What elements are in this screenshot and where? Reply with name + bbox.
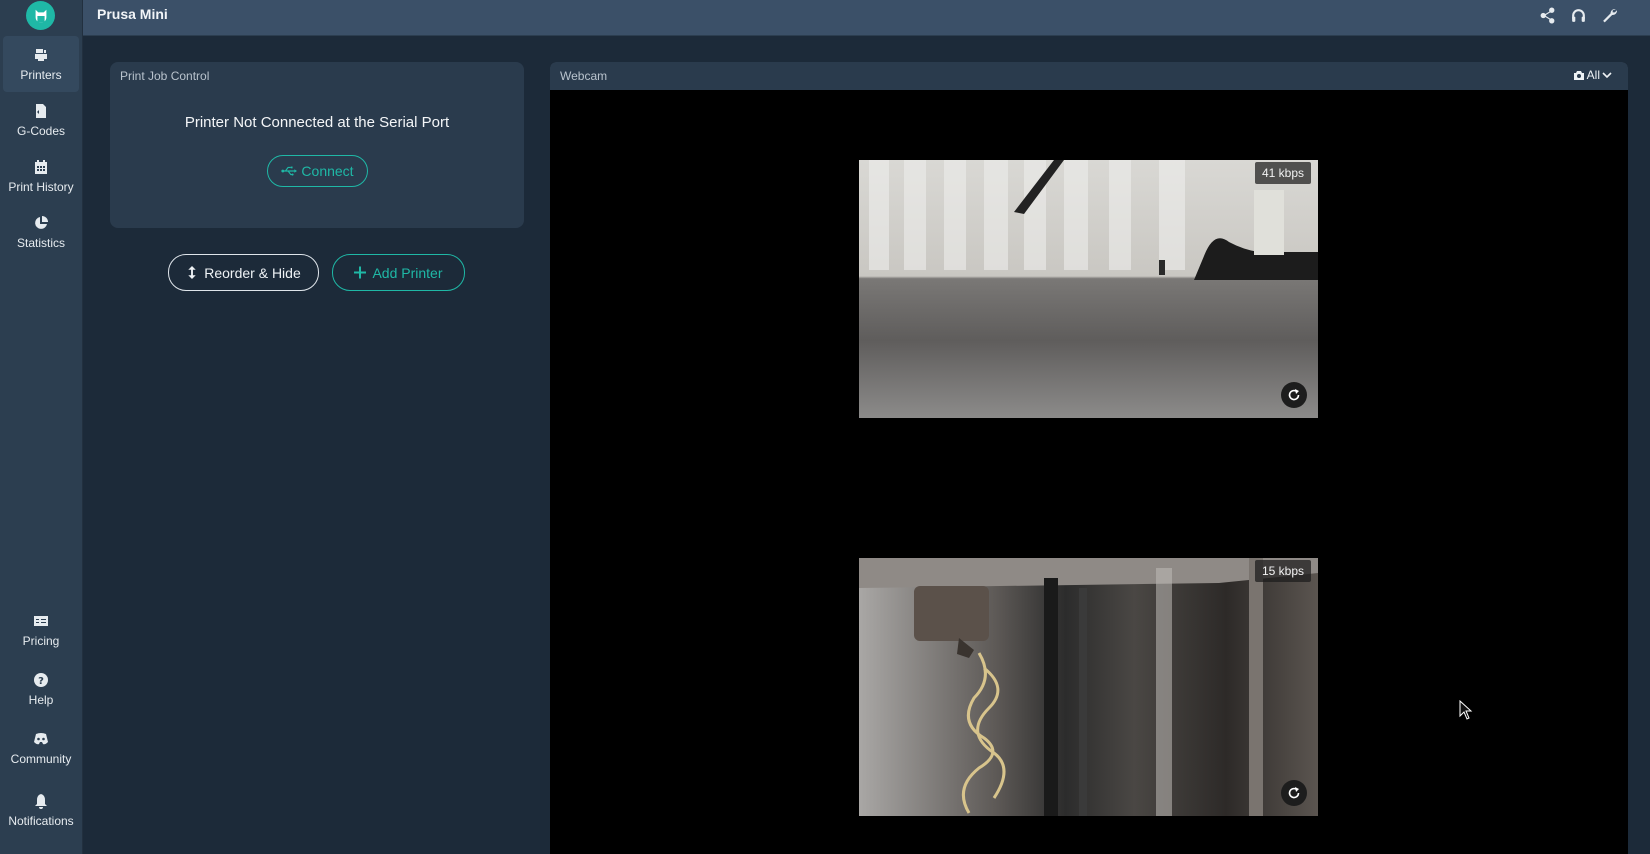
bell-icon [32,792,50,810]
camera-select-value: All [1586,68,1600,82]
sidebar-item-label: Notifications [8,814,74,828]
vertical-arrows-icon [188,266,196,279]
webcam-feed: 41 kbps [859,160,1318,418]
sidebar-item-notifications[interactable]: Notifications [3,782,79,838]
bitrate-badge: 15 kbps [1254,560,1311,582]
webcam-title: Webcam [560,69,608,83]
sidebar-item-label: Statistics [16,236,65,250]
sidebar-item-print-history[interactable]: Print History [3,148,79,204]
connect-label: Connect [301,163,354,179]
print-job-control-card: Print Job Control Printer Not Connected … [110,62,524,228]
sidebar-item-community[interactable]: Community [3,720,79,776]
pie-chart-icon [32,214,50,232]
sidebar-item-printers[interactable]: Printers [3,36,79,92]
sidebar-item-label: Help [28,693,54,707]
bitrate-badge: 41 kbps [1254,162,1311,184]
connect-button[interactable]: Connect [267,155,368,187]
help-icon: ? [32,671,50,689]
sidebar-item-label: G-Codes [16,124,66,138]
mouse-cursor-icon [1459,700,1473,720]
refresh-icon [1288,787,1300,799]
sidebar-item-label: Pricing [22,634,60,648]
camera-select-dropdown[interactable]: All [1573,68,1614,82]
sidebar-item-label: Print History [8,180,74,194]
price-card-icon [32,612,50,630]
refresh-stream-button[interactable] [1281,780,1307,806]
webcam-header: Webcam All [550,62,1628,90]
camera-icon [1573,70,1584,80]
add-printer-label: Add Printer [372,264,443,281]
sidebar: Printers G-Codes Print History Statistic… [0,0,83,854]
sidebar-item-label: Printers [20,68,62,82]
sidebar-item-pricing[interactable]: Pricing [3,602,79,658]
plus-icon [354,266,367,279]
sidebar-item-label: Community [10,752,72,766]
top-bar: Prusa Mini [83,0,1650,36]
refresh-icon [1288,389,1300,401]
sidebar-item-help[interactable]: ? Help [3,661,79,717]
refresh-stream-button[interactable] [1281,382,1307,408]
usb-icon [281,166,298,176]
webcam-image [859,558,1318,816]
printer-icon [32,46,50,64]
chevron-down-icon [1602,72,1612,79]
svg-text:?: ? [38,676,44,687]
reorder-hide-button[interactable]: Reorder & Hide [168,254,319,291]
discord-icon [32,730,50,748]
app-title: Prusa Mini [97,6,168,22]
share-icon[interactable] [1537,5,1557,25]
add-printer-button[interactable]: Add Printer [332,254,465,291]
app-logo[interactable] [26,1,55,30]
calendar-icon [32,158,50,176]
webcam-feed: 15 kbps [859,558,1318,816]
reorder-hide-label: Reorder & Hide [204,264,301,281]
sidebar-item-statistics[interactable]: Statistics [3,204,79,260]
sidebar-item-gcodes[interactable]: G-Codes [3,92,79,148]
connection-status: Printer Not Connected at the Serial Port [184,114,450,131]
wrench-icon[interactable] [1599,5,1619,25]
card-title: Print Job Control [120,69,210,83]
webcam-image [869,160,1318,280]
webcam-panel: Webcam All 41 kbps 15 kbps [550,62,1628,854]
headphones-icon[interactable] [1568,5,1588,25]
logo-icon [35,9,46,22]
gcode-file-icon [32,102,50,120]
